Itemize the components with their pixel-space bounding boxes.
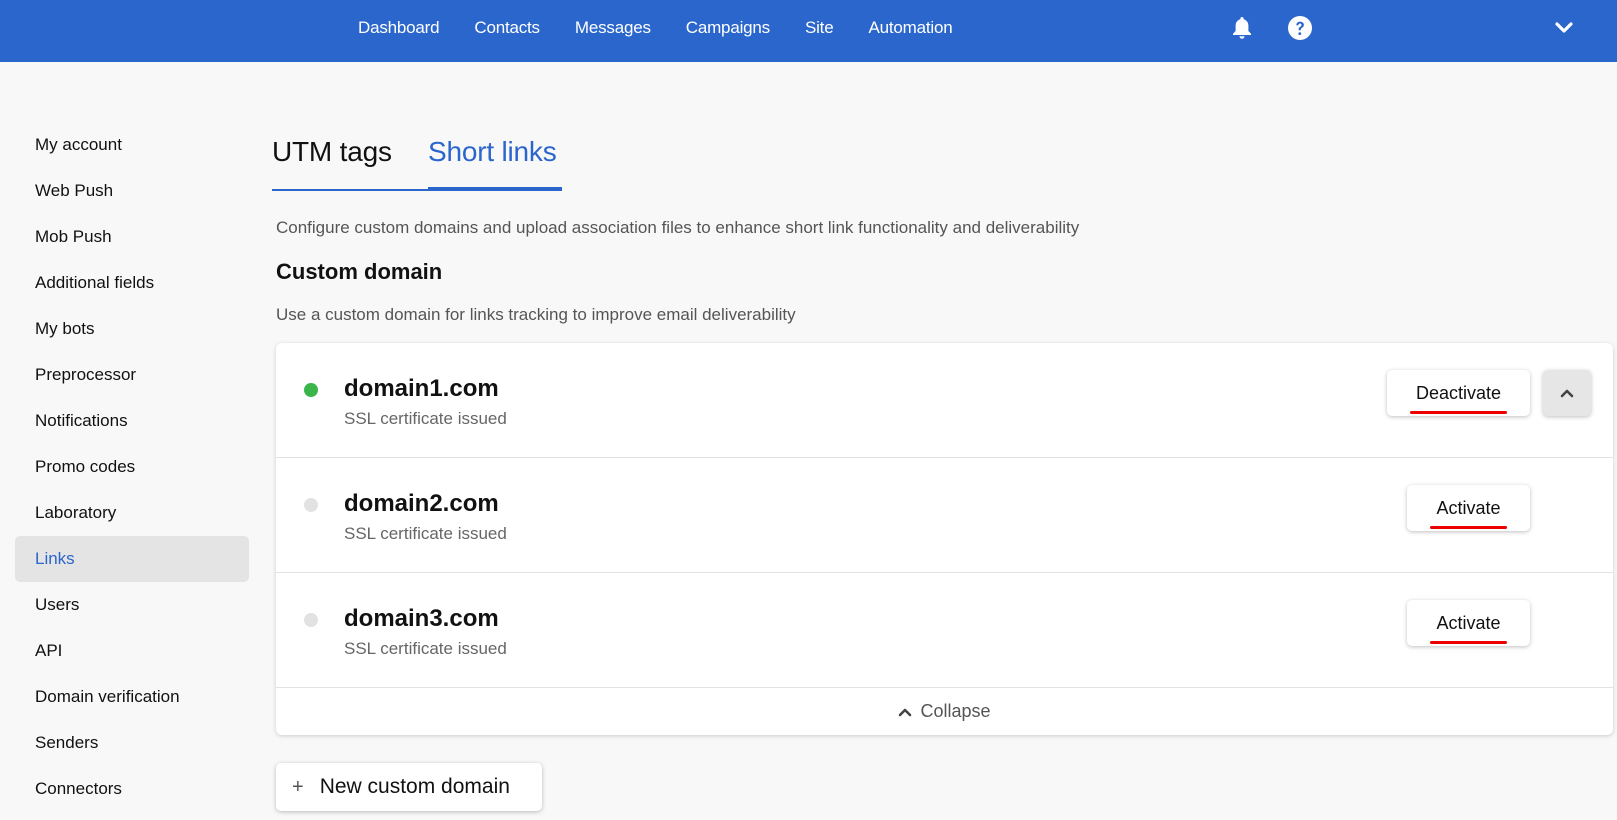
nav-messages[interactable]: Messages	[575, 18, 651, 38]
sidebar-item-domain-verification[interactable]: Domain verification	[15, 674, 249, 720]
domain-name: domain1.com	[344, 375, 499, 402]
collapse-label: Collapse	[920, 701, 991, 721]
sidebar-item-notifications[interactable]: Notifications	[15, 398, 249, 444]
nav-campaigns[interactable]: Campaigns	[686, 18, 770, 38]
nav-site[interactable]: Site	[805, 18, 834, 38]
activate-button[interactable]: Activate	[1407, 600, 1530, 646]
domain-row: domain2.com SSL certificate issued Activ…	[276, 458, 1613, 573]
sidebar-item-my-bots[interactable]: My bots	[15, 306, 249, 352]
sidebar-item-users[interactable]: Users	[15, 582, 249, 628]
status-dot-active	[304, 383, 318, 397]
sidebar-item-links[interactable]: Links	[15, 536, 249, 582]
nav-dashboard[interactable]: Dashboard	[358, 18, 440, 38]
collapse-toggle-button[interactable]	[1543, 370, 1591, 416]
page-description: Configure custom domains and upload asso…	[276, 218, 1080, 237]
chevron-up-icon	[899, 708, 912, 716]
sidebar-item-senders[interactable]: Senders	[15, 720, 249, 766]
sidebar-item-api[interactable]: API	[15, 628, 249, 674]
tab-short-links[interactable]: Short links	[428, 136, 557, 168]
deactivate-button[interactable]: Deactivate	[1387, 370, 1530, 416]
new-custom-domain-label: New custom domain	[319, 775, 510, 798]
domain-status: SSL certificate issued	[344, 409, 507, 428]
domain-row: domain1.com SSL certificate issued Deact…	[276, 343, 1613, 458]
sidebar-item-laboratory[interactable]: Laboratory	[15, 490, 249, 536]
tab-active-indicator	[428, 187, 562, 191]
new-custom-domain-button[interactable]: + New custom domain	[276, 763, 542, 811]
plus-icon: +	[292, 775, 304, 798]
nav-automation[interactable]: Automation	[868, 18, 952, 38]
tabs: UTM tags Short links	[272, 136, 562, 192]
sidebar-item-connectors[interactable]: Connectors	[15, 766, 249, 812]
collapse-button[interactable]: Collapse	[276, 688, 1613, 735]
activate-button-label: Activate	[1430, 497, 1507, 529]
chevron-down-icon[interactable]	[1550, 14, 1578, 42]
activate-button-label: Activate	[1430, 612, 1507, 644]
section-title: Custom domain	[276, 259, 443, 284]
sidebar-item-my-account[interactable]: My account	[15, 122, 249, 168]
deactivate-button-label: Deactivate	[1409, 382, 1508, 414]
status-dot-inactive	[304, 613, 318, 627]
domain-name: domain3.com	[344, 605, 499, 632]
domain-status: SSL certificate issued	[344, 639, 507, 658]
domain-status: SSL certificate issued	[344, 524, 507, 543]
bell-icon[interactable]	[1228, 14, 1256, 42]
main-nav: Dashboard Contacts Messages Campaigns Si…	[358, 0, 987, 56]
section-description: Use a custom domain for links tracking t…	[276, 305, 796, 324]
top-navbar: Dashboard Contacts Messages Campaigns Si…	[0, 0, 1617, 62]
domain-name: domain2.com	[344, 490, 499, 517]
settings-sidebar: My account Web Push Mob Push Additional …	[15, 122, 249, 812]
sidebar-item-preprocessor[interactable]: Preprocessor	[15, 352, 249, 398]
nav-contacts[interactable]: Contacts	[474, 18, 540, 38]
domain-row: domain3.com SSL certificate issued Activ…	[276, 573, 1613, 688]
chevron-up-icon	[1560, 389, 1574, 398]
sidebar-item-promo-codes[interactable]: Promo codes	[15, 444, 249, 490]
help-icon[interactable]	[1286, 14, 1314, 42]
tab-utm-tags[interactable]: UTM tags	[272, 136, 392, 168]
sidebar-item-additional-fields[interactable]: Additional fields	[15, 260, 249, 306]
sidebar-item-mob-push[interactable]: Mob Push	[15, 214, 249, 260]
status-dot-inactive	[304, 498, 318, 512]
domains-card: domain1.com SSL certificate issued Deact…	[276, 343, 1613, 735]
tab-underline	[272, 189, 428, 191]
activate-button[interactable]: Activate	[1407, 485, 1530, 531]
sidebar-item-web-push[interactable]: Web Push	[15, 168, 249, 214]
